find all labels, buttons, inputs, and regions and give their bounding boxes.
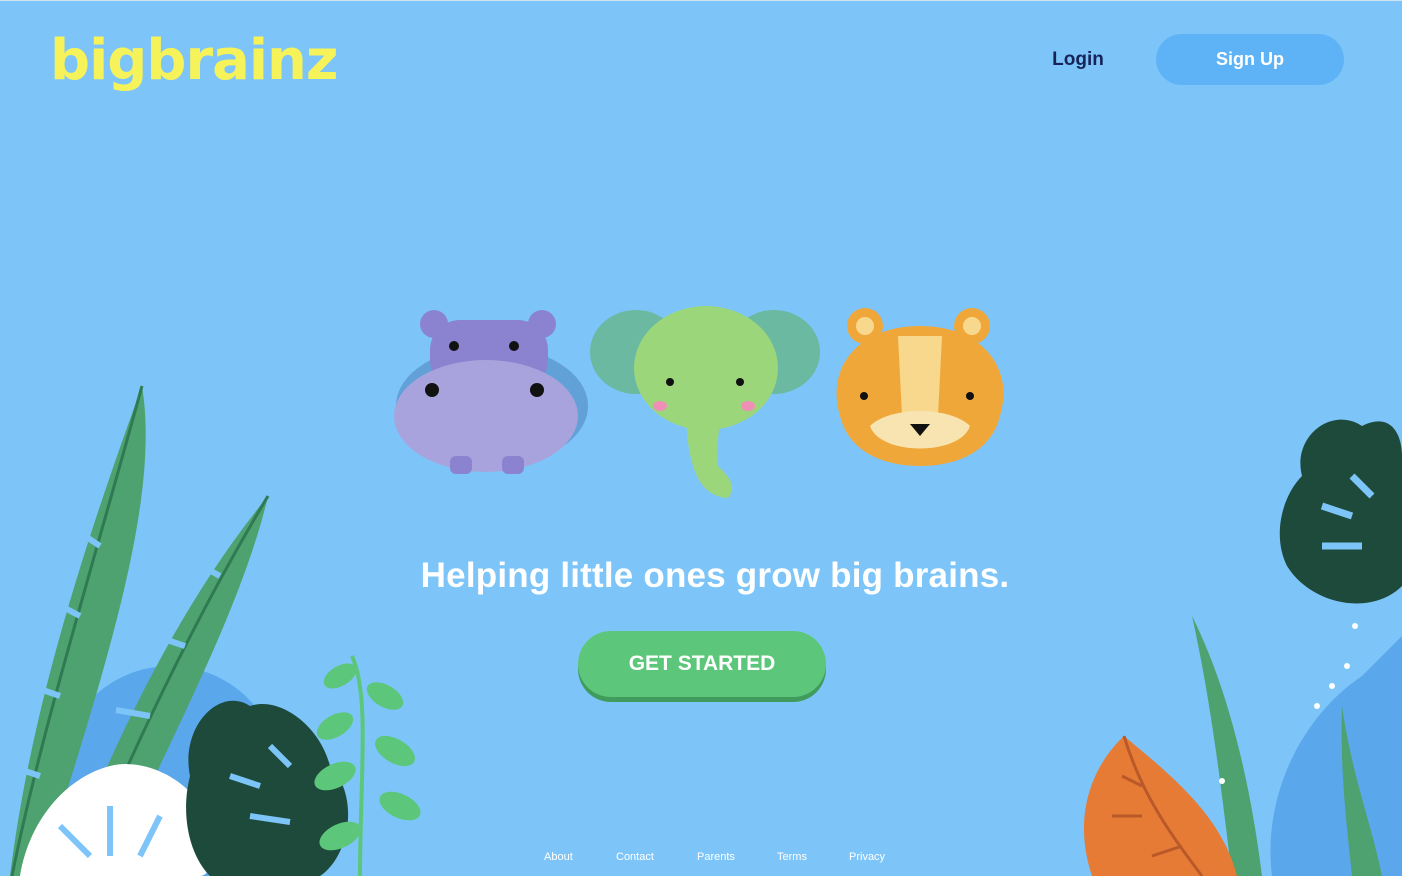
hippo-icon bbox=[394, 310, 588, 474]
jungle-leaves-right bbox=[1083, 419, 1402, 876]
footer-link-parents[interactable]: Parents bbox=[697, 851, 735, 863]
login-link[interactable]: Login bbox=[1035, 46, 1121, 74]
logo[interactable]: bigbrainz bbox=[50, 28, 339, 93]
get-started-button[interactable]: GET STARTED bbox=[578, 631, 826, 697]
tiger-icon bbox=[836, 308, 1004, 466]
footer-link-contact[interactable]: Contact bbox=[616, 851, 654, 863]
hero-tagline: Helping little ones grow big brains. bbox=[420, 556, 1010, 595]
footer-link-privacy[interactable]: Privacy bbox=[849, 851, 885, 863]
footer-nav: About Contact Parents Terms Privacy bbox=[0, 851, 1402, 871]
footer-link-terms[interactable]: Terms bbox=[777, 851, 807, 863]
elephant-icon bbox=[590, 306, 820, 498]
signup-button[interactable]: Sign Up bbox=[1156, 34, 1344, 85]
jungle-leaves-left bbox=[9, 385, 421, 876]
footer-link-about[interactable]: About bbox=[544, 851, 573, 863]
